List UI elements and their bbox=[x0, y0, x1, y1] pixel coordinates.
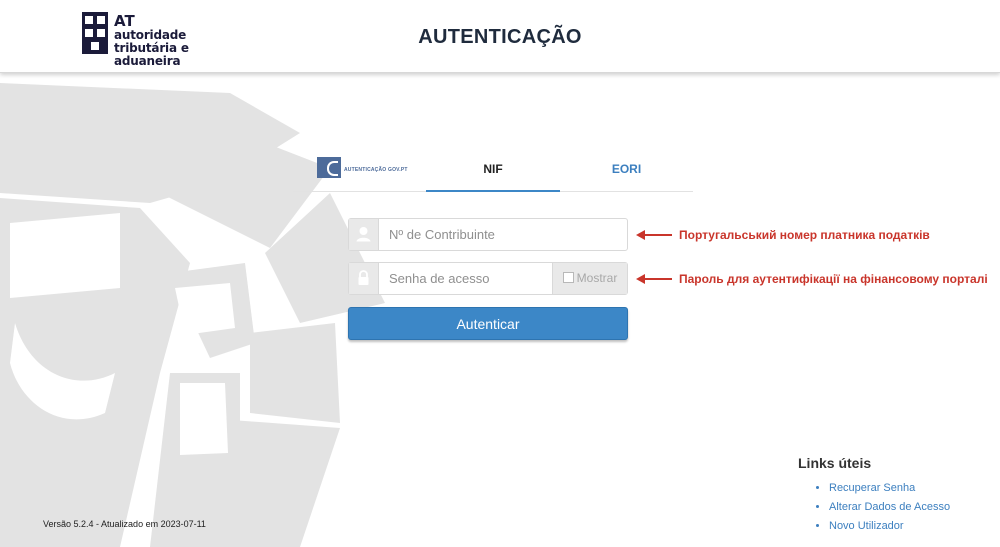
arrow-left-icon bbox=[636, 274, 672, 284]
link-novo-utilizador[interactable]: Novo Utilizador bbox=[829, 520, 904, 532]
annotation-nif: Португальський номер платника податків bbox=[679, 228, 930, 242]
tab-autenticacao-gov-label: AUTENTICAÇÃO GOV.PT bbox=[344, 167, 408, 173]
show-password-toggle[interactable]: Mostrar bbox=[552, 263, 627, 294]
list-item: Recuperar Senha bbox=[829, 481, 950, 495]
nif-field-group bbox=[348, 218, 628, 251]
tab-nif[interactable]: NIF bbox=[426, 150, 560, 192]
tab-autenticacao-gov[interactable]: AUTENTICAÇÃO GOV.PT bbox=[293, 150, 426, 190]
list-item: Novo Utilizador bbox=[829, 519, 950, 533]
lock-icon bbox=[358, 270, 369, 285]
annotation-password: Пароль для аутентифікації на фінансовому… bbox=[679, 272, 988, 286]
auth-tabs: AUTENTICAÇÃO GOV.PT NIF EORI bbox=[293, 150, 693, 192]
page-header: AT autoridade tributária e aduaneira AUT… bbox=[0, 0, 1000, 73]
arrow-left-icon bbox=[636, 230, 672, 240]
gov-pt-icon bbox=[317, 157, 341, 178]
link-recuperar-senha[interactable]: Recuperar Senha bbox=[829, 482, 915, 494]
password-field-group: Mostrar bbox=[348, 262, 628, 295]
useful-links-title: Links úteis bbox=[798, 455, 872, 471]
user-icon bbox=[356, 227, 371, 242]
list-item: Alterar Dados de Acesso bbox=[829, 500, 950, 514]
version-info: Versão 5.2.4 - Atualizado em 2023-07-11 bbox=[43, 519, 206, 529]
show-password-label: Mostrar bbox=[576, 271, 618, 285]
useful-links-list: Recuperar Senha Alterar Dados de Acesso … bbox=[798, 481, 950, 533]
user-icon-addon bbox=[349, 219, 379, 250]
authenticate-button[interactable]: Autenticar bbox=[348, 307, 628, 340]
page-title: AUTENTICAÇÃO bbox=[418, 26, 582, 48]
useful-links: Links úteis Recuperar Senha Alterar Dado… bbox=[798, 455, 950, 538]
show-password-checkbox[interactable] bbox=[562, 272, 574, 283]
nif-input[interactable] bbox=[379, 219, 609, 250]
link-alterar-dados-acesso[interactable]: Alterar Dados de Acesso bbox=[829, 501, 950, 513]
lock-icon-addon bbox=[349, 263, 379, 294]
tab-eori[interactable]: EORI bbox=[560, 150, 693, 190]
